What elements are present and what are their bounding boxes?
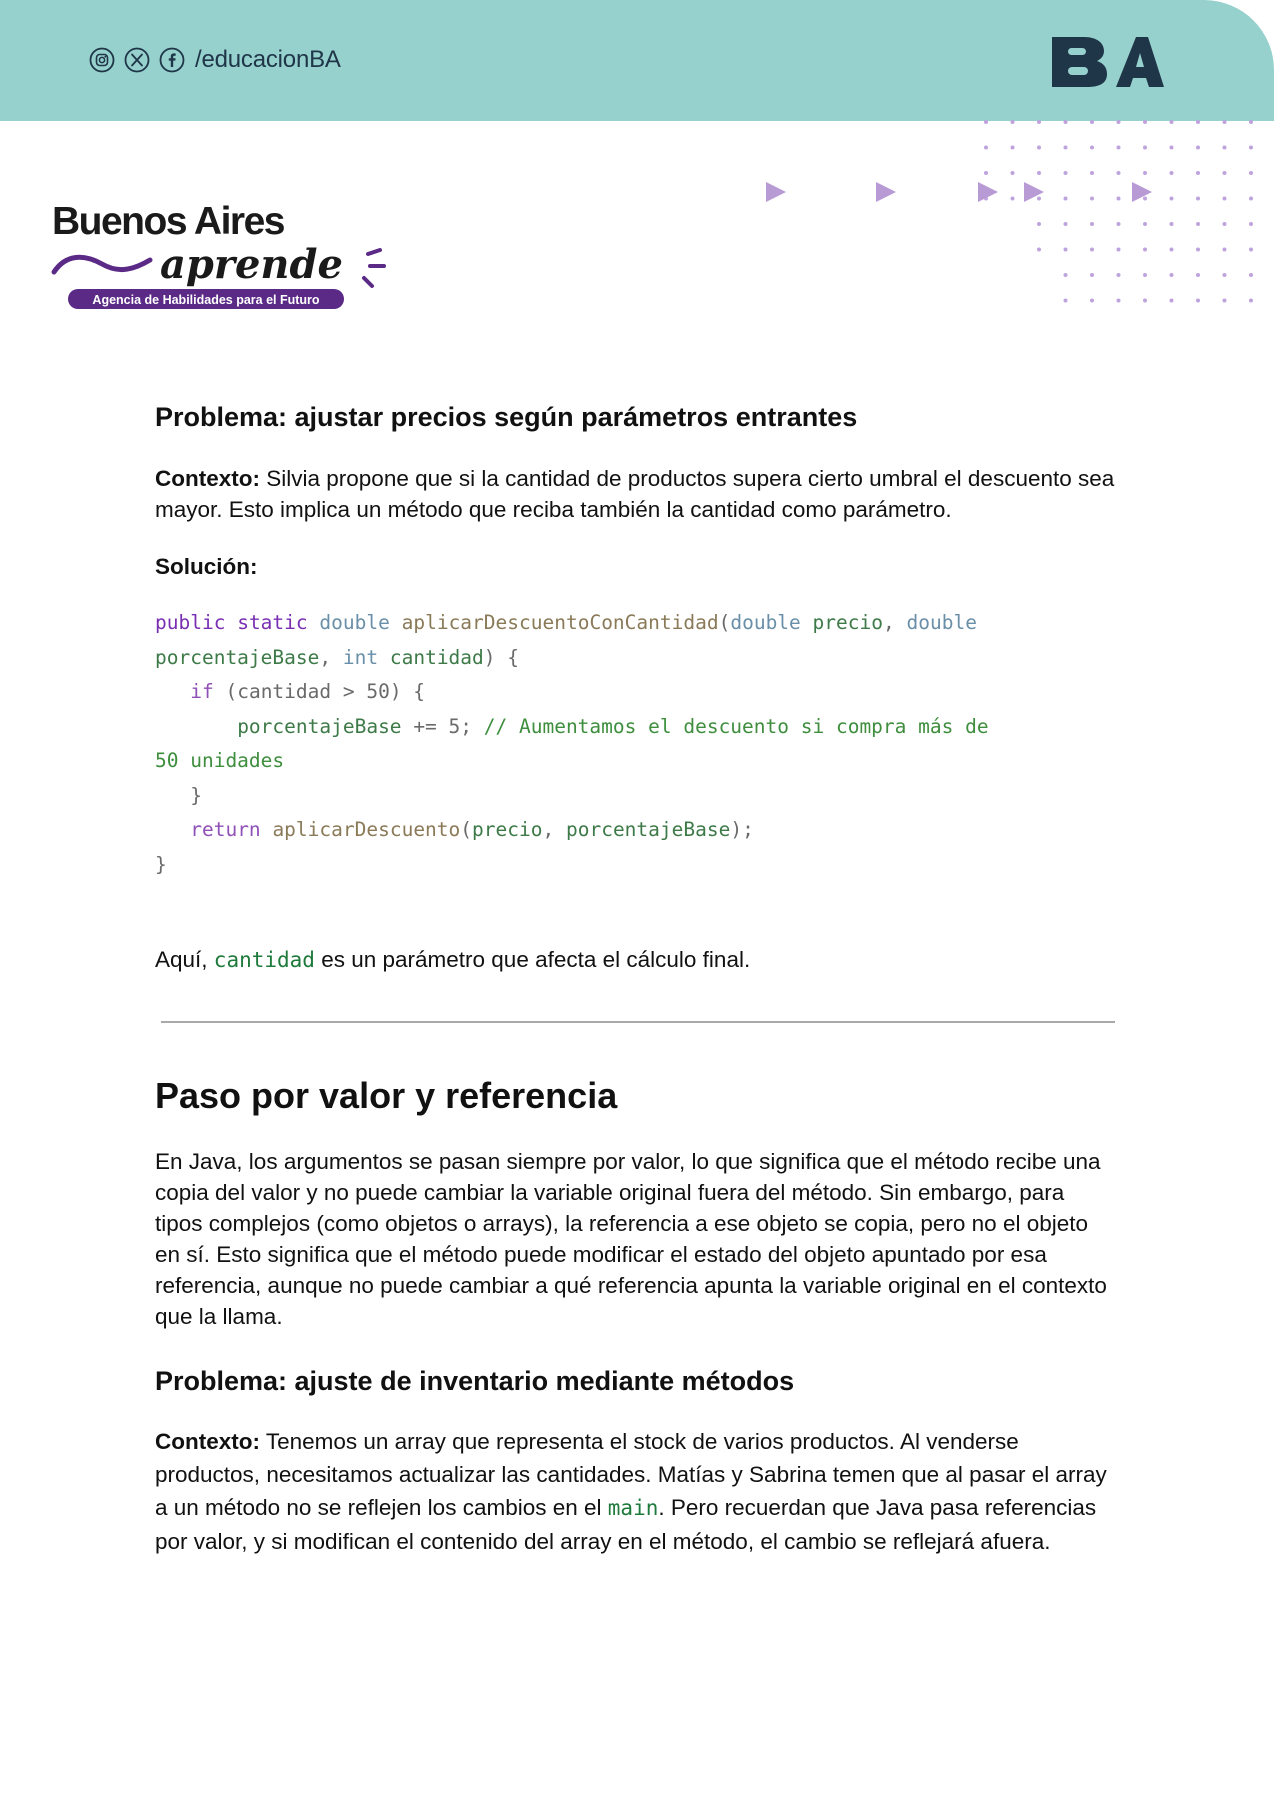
header-banner: /educacionBA — [0, 0, 1274, 121]
solution-label: Solución: — [155, 554, 258, 579]
section1-title: Problema: ajustar precios según parámetr… — [155, 402, 858, 432]
facebook-icon[interactable] — [159, 47, 185, 73]
section3-title: Problema: ajuste de inventario mediante … — [155, 1366, 795, 1396]
section1-context: Contexto: Silvia propone que si la canti… — [155, 463, 1117, 525]
context-label: Contexto: — [155, 1429, 260, 1454]
instagram-icon[interactable] — [89, 47, 115, 73]
code-line: public static double aplicarDescuentoCon… — [155, 611, 977, 634]
section2-body: En Java, los argumentos se pasan siempre… — [155, 1149, 1107, 1329]
ba-logo — [1052, 37, 1164, 87]
inline-code: main — [607, 1496, 659, 1520]
code-line: } — [190, 783, 202, 807]
x-icon[interactable] — [124, 47, 150, 73]
brand-tagline: Agencia de Habilidades para el Futuro — [92, 293, 320, 307]
code-line: porcentajeBase, int cantidad) { — [155, 645, 520, 669]
social-links: /educacionBA — [89, 46, 341, 74]
brand-line1: Buenos Aires — [52, 200, 285, 243]
brand-line2: aprende — [160, 241, 343, 288]
code-line: return aplicarDescuento(precio, porcenta… — [190, 818, 754, 841]
social-handle[interactable]: /educacionBA — [195, 46, 341, 74]
section2-title: Paso por valor y referencia — [155, 1075, 618, 1116]
context-text: Silvia propone que si la cantidad de pro… — [155, 466, 1115, 522]
section3-context: Contexto: Tenemos un array que represent… — [155, 1429, 1107, 1554]
dot-pattern-decoration — [984, 120, 1253, 303]
arrow-decoration — [766, 182, 1152, 202]
code-line: if (cantidad > 50) { — [190, 680, 426, 703]
horizontal-divider — [161, 1021, 1115, 1023]
cantidad-note: Aquí, cantidad es un parámetro que afect… — [155, 947, 751, 972]
code-line: porcentajeBase += 5; // Aumentamos el de… — [237, 714, 989, 738]
buenos-aires-aprende-logo: Buenos Aires aprende Agencia de Habilida… — [51, 200, 386, 309]
context-label: Contexto: — [155, 466, 260, 491]
code-line: 50 unidades — [155, 749, 285, 772]
code-line: } — [155, 852, 167, 876]
code-block: public static double aplicarDescuentoCon… — [155, 606, 1117, 882]
inline-code: cantidad — [213, 948, 315, 972]
